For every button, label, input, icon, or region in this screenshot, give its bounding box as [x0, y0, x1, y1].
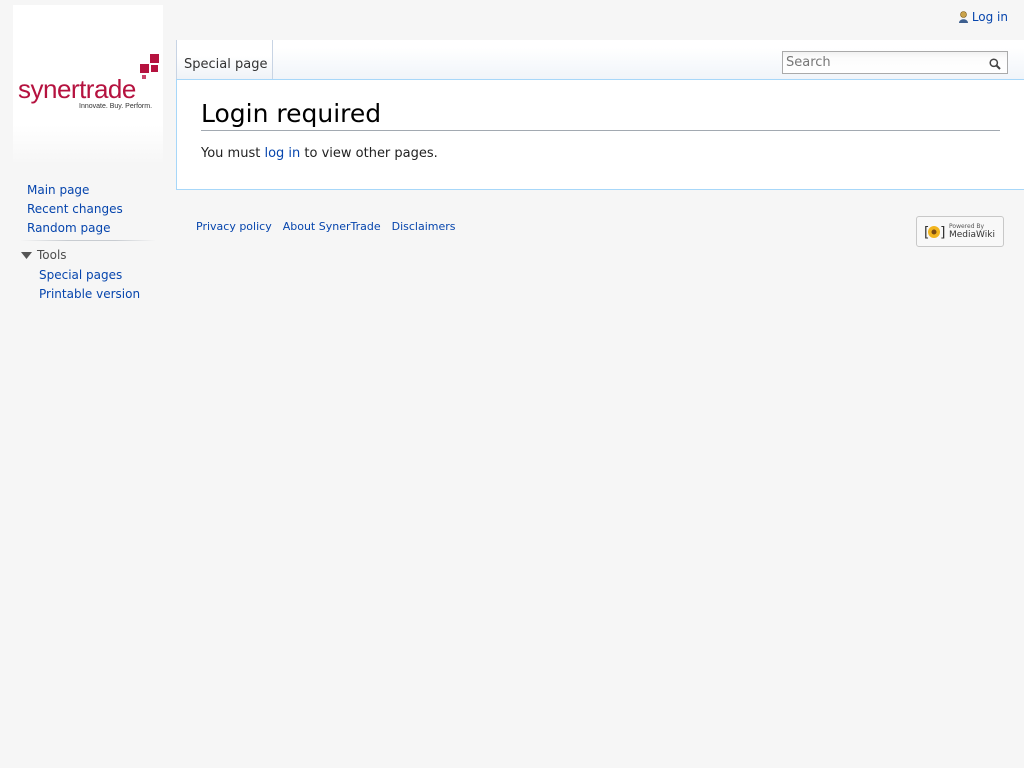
- tab-label: Special page: [184, 57, 268, 72]
- sidebar-navigation: Main page Recent changes Random page: [27, 181, 123, 238]
- search-box: [782, 51, 1008, 74]
- page-title: Login required: [201, 99, 1000, 131]
- search-input[interactable]: [786, 53, 976, 72]
- login-link[interactable]: Log in: [972, 10, 1008, 24]
- sidebar-item-recent-changes[interactable]: Recent changes: [27, 200, 123, 219]
- mediawiki-flower-icon: [ ]: [922, 222, 946, 242]
- personal-tools: Log in: [958, 10, 1008, 24]
- synertrade-logo-graphic: synertrade Innovate. Buy. Perform.: [18, 54, 159, 110]
- login-message: You must log in to view other pages.: [201, 146, 438, 161]
- sidebar-item-printable-version[interactable]: Printable version: [39, 285, 140, 304]
- sidebar-item-main-page[interactable]: Main page: [27, 181, 123, 200]
- sidebar-item-special-pages[interactable]: Special pages: [39, 266, 140, 285]
- footer-links: Privacy policy About SynerTrade Disclaim…: [196, 220, 467, 233]
- svg-text:Innovate. Buy. Perform.: Innovate. Buy. Perform.: [79, 103, 152, 110]
- svg-text:synertrade: synertrade: [18, 74, 136, 104]
- powered-by-line2: MediaWiki: [949, 229, 995, 240]
- search-icon[interactable]: [989, 58, 1001, 70]
- inline-login-link[interactable]: log in: [264, 146, 300, 161]
- user-icon: [958, 11, 969, 23]
- sidebar-divider: [20, 240, 156, 241]
- powered-by-line1: Powered By: [949, 222, 985, 230]
- footer-privacy-policy[interactable]: Privacy policy: [196, 220, 272, 233]
- powered-by-mediawiki-badge[interactable]: [ ] Powered By MediaWiki: [916, 216, 1004, 247]
- svg-text:]: ]: [939, 225, 946, 241]
- tools-heading-label: Tools: [37, 248, 67, 262]
- powered-by-text: Powered By MediaWiki: [949, 222, 995, 240]
- site-logo[interactable]: synertrade Innovate. Buy. Perform.: [13, 5, 163, 165]
- tools-heading[interactable]: Tools: [21, 248, 67, 262]
- collapse-triangle-icon: [21, 251, 32, 259]
- tools-list: Special pages Printable version: [39, 266, 140, 304]
- sidebar-item-random-page[interactable]: Random page: [27, 219, 123, 238]
- footer-about[interactable]: About SynerTrade: [283, 220, 381, 233]
- content-area: Login required You must log in to view o…: [176, 79, 1024, 190]
- footer-disclaimers[interactable]: Disclaimers: [392, 220, 456, 233]
- message-prefix: You must: [201, 146, 265, 161]
- message-suffix: to view other pages.: [300, 146, 438, 161]
- tab-special-page[interactable]: Special page: [176, 40, 273, 80]
